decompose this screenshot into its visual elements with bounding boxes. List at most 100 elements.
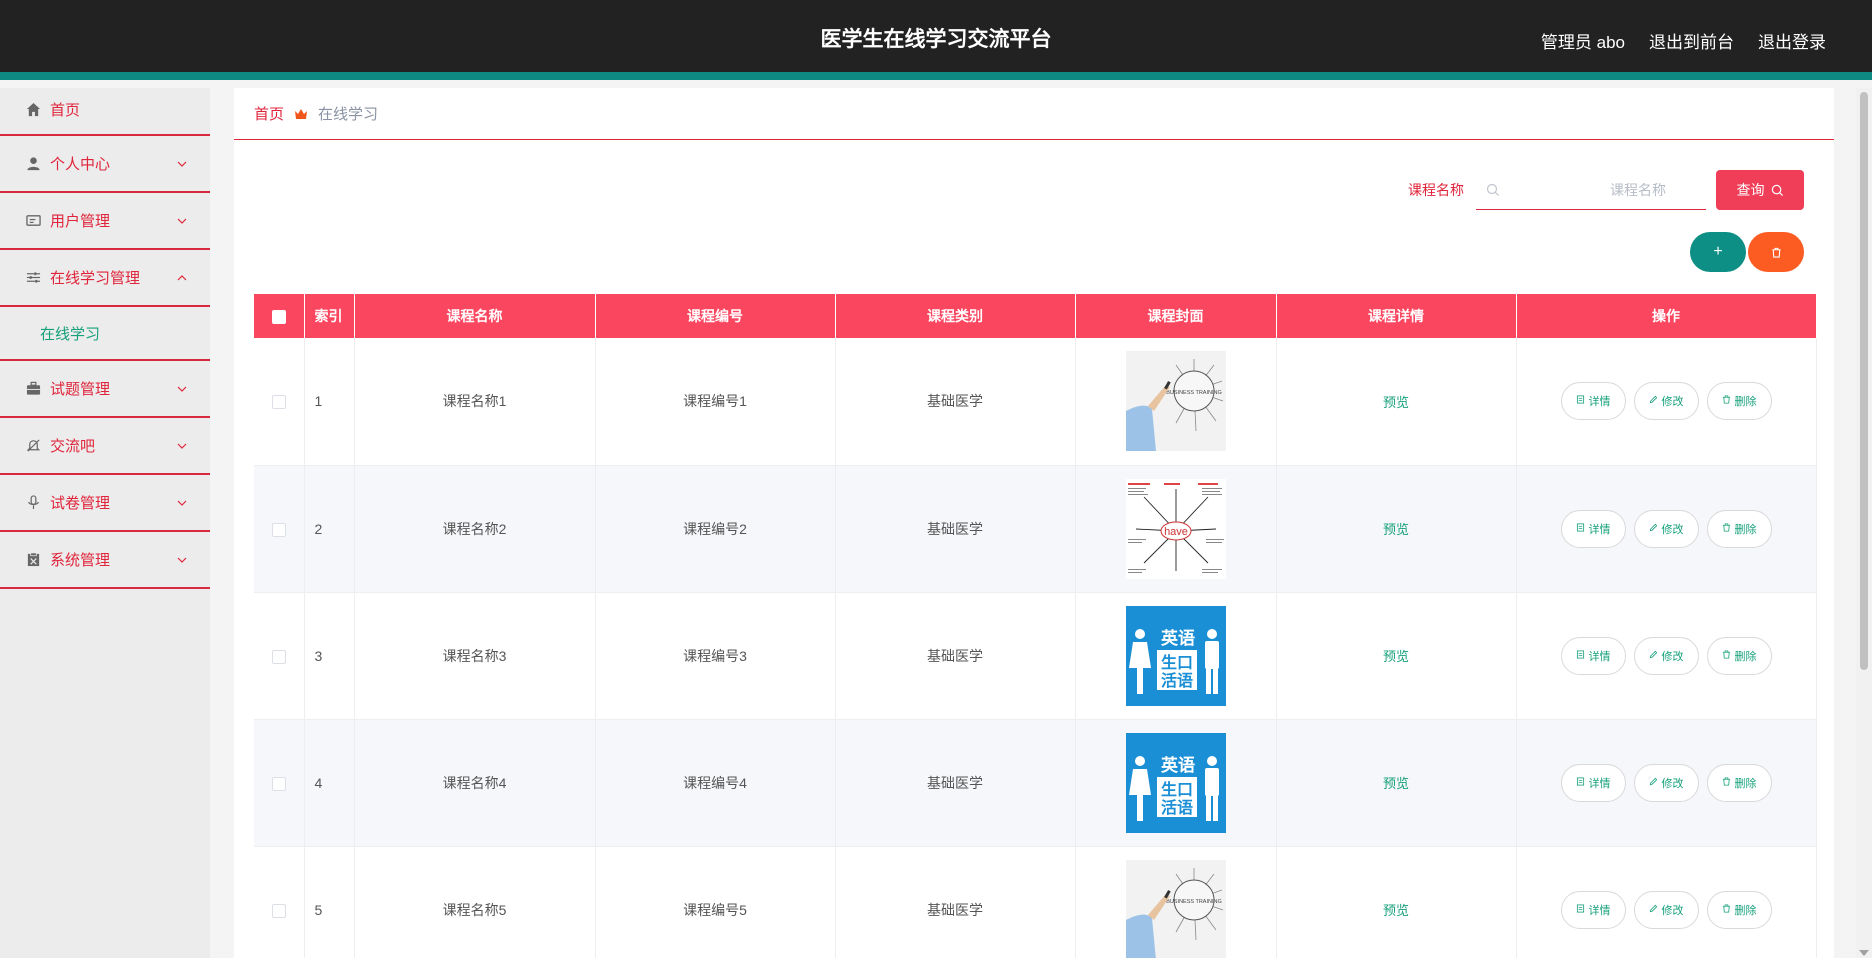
course-cover-image: BUSINESS TRAINING	[1125, 351, 1226, 452]
course-code-cell: 课程编号4	[595, 719, 836, 847]
delete-button-label: 删除	[1734, 777, 1757, 790]
preview-link[interactable]: 预览	[1383, 649, 1409, 664]
edit-icon	[1649, 777, 1658, 789]
delete-button[interactable]: 删除	[1706, 509, 1772, 548]
row-checkbox[interactable]	[271, 649, 286, 664]
main-content: 首页 在线学习 课程名称 查询 + 索引 课程名称 课程编号	[234, 88, 1834, 958]
course-category-cell: 基础医学	[835, 338, 1076, 466]
sidebar-item-label: 用户管理	[50, 213, 111, 230]
trash-icon	[1722, 903, 1731, 916]
search-icon	[1771, 184, 1783, 196]
course-code-cell: 课程编号2	[595, 465, 836, 593]
edit-button[interactable]: 修改	[1633, 636, 1699, 675]
scrollbar-thumb[interactable]	[1860, 92, 1868, 670]
detail-button[interactable]: 详情	[1560, 509, 1626, 548]
breadcrumb-home[interactable]: 首页	[254, 103, 284, 124]
edit-button[interactable]: 修改	[1633, 890, 1699, 929]
ops-cell: 详情 修改 删除	[1516, 846, 1817, 958]
preview-link[interactable]: 预览	[1383, 522, 1409, 537]
sidebar-subitem-online-learning[interactable]: 在线学习	[0, 307, 210, 361]
chevron-down-icon	[177, 386, 187, 392]
delete-button-label: 删除	[1734, 396, 1757, 409]
table-header-row: 索引 课程名称 课程编号 课程类别 课程封面 课程详情 操作	[254, 294, 1817, 338]
select-all-checkbox[interactable]	[271, 310, 286, 325]
microphone-icon	[24, 494, 42, 512]
edit-button[interactable]: 修改	[1633, 509, 1699, 548]
add-button[interactable]: +	[1690, 232, 1746, 272]
table-row: 4 课程名称4 课程编号4 基础医学 英语 生口 活语 预览 详情 修改 删除	[254, 719, 1817, 847]
row-checkbox[interactable]	[271, 522, 286, 537]
course-cover-cell: have	[1075, 465, 1277, 593]
row-checkbox[interactable]	[271, 903, 286, 918]
detail-button[interactable]: 详情	[1560, 382, 1626, 421]
crown-icon	[294, 107, 308, 121]
course-name-cell: 课程名称3	[354, 592, 596, 720]
delete-button[interactable]: 删除	[1706, 763, 1772, 802]
detail-button[interactable]: 详情	[1560, 763, 1626, 802]
trash-icon	[1771, 247, 1781, 258]
detail-icon	[1576, 649, 1585, 662]
row-actions: 详情 修改 删除	[1517, 890, 1816, 929]
header-actions: 管理员 abo 退出到前台 退出登录	[1541, 0, 1826, 80]
document-icon	[24, 551, 42, 569]
scroll-down-arrow-icon[interactable]	[1859, 950, 1869, 956]
chevron-down-icon	[177, 557, 187, 563]
course-category-cell: 基础医学	[835, 846, 1076, 958]
cover-text: 生口	[1160, 653, 1192, 672]
course-name-cell: 课程名称5	[354, 846, 596, 958]
table-row: 5 课程名称5 课程编号5 基础医学 BUSINESS TRAINING 预览 详情 修改…	[254, 846, 1817, 958]
ops-cell: 详情 修改 删除	[1516, 338, 1817, 466]
sidebar-item-system[interactable]: 系统管理	[0, 532, 210, 589]
index-cell: 5	[304, 846, 355, 958]
sidebar-item-questions[interactable]: 试题管理	[0, 361, 210, 418]
sidebar-item-label: 试题管理	[50, 381, 111, 398]
course-cover-image: 英语 生口 活语	[1125, 732, 1226, 833]
edit-button-label: 修改	[1661, 777, 1684, 790]
sidebar-item-label: 试卷管理	[50, 495, 111, 512]
sidebar-item-online-learning-mgmt[interactable]: 在线学习管理	[0, 250, 210, 307]
cover-text: BUSINESS TRAINING	[1166, 899, 1222, 905]
row-checkbox[interactable]	[271, 776, 286, 791]
course-cover-cell: BUSINESS TRAINING	[1075, 846, 1277, 958]
search-input[interactable]	[1476, 170, 1706, 209]
sidebar-item-label: 个人中心	[50, 156, 111, 173]
delete-button[interactable]: 删除	[1706, 382, 1772, 421]
course-detail-cell: 预览	[1276, 465, 1517, 593]
column-header: 课程编号	[595, 294, 836, 338]
delete-button[interactable]: 删除	[1706, 890, 1772, 929]
query-button[interactable]: 查询	[1716, 170, 1804, 210]
page-scrollbar[interactable]	[1856, 88, 1872, 958]
preview-link[interactable]: 预览	[1383, 395, 1409, 410]
user-icon	[24, 155, 42, 173]
row-checkbox[interactable]	[271, 395, 286, 410]
batch-delete-button[interactable]	[1748, 232, 1804, 272]
delete-button[interactable]: 删除	[1706, 636, 1772, 675]
column-header: 操作	[1516, 294, 1817, 338]
edit-button[interactable]: 修改	[1633, 763, 1699, 802]
bell-off-icon	[24, 437, 42, 455]
sidebar-item-forum[interactable]: 交流吧	[0, 418, 210, 475]
cover-text: 英语	[1161, 755, 1195, 776]
sidebar-item-papers[interactable]: 试卷管理	[0, 475, 210, 532]
logout-link[interactable]: 退出登录	[1758, 28, 1826, 53]
edit-button[interactable]: 修改	[1633, 382, 1699, 421]
detail-button[interactable]: 详情	[1560, 890, 1626, 929]
column-header: 课程封面	[1075, 294, 1277, 338]
course-cover-cell: BUSINESS TRAINING	[1075, 338, 1277, 466]
edit-button-label: 修改	[1661, 650, 1684, 663]
preview-link[interactable]: 预览	[1383, 776, 1409, 791]
search-bar: 课程名称 查询	[1408, 170, 1804, 210]
select-all-cell	[254, 294, 305, 338]
search-label: 课程名称	[1408, 182, 1464, 198]
sidebar-item-profile[interactable]: 个人中心	[0, 136, 210, 193]
search-icon	[1486, 183, 1499, 196]
back-to-front-link[interactable]: 退出到前台	[1649, 28, 1734, 53]
sidebar-item-home[interactable]: 首页	[0, 88, 210, 136]
course-code-cell: 课程编号3	[595, 592, 836, 720]
detail-button[interactable]: 详情	[1560, 636, 1626, 675]
edit-button-label: 修改	[1661, 396, 1684, 409]
detail-icon	[1576, 903, 1585, 916]
preview-link[interactable]: 预览	[1383, 903, 1409, 918]
sidebar-item-users[interactable]: 用户管理	[0, 193, 210, 250]
index-cell: 3	[304, 592, 355, 720]
